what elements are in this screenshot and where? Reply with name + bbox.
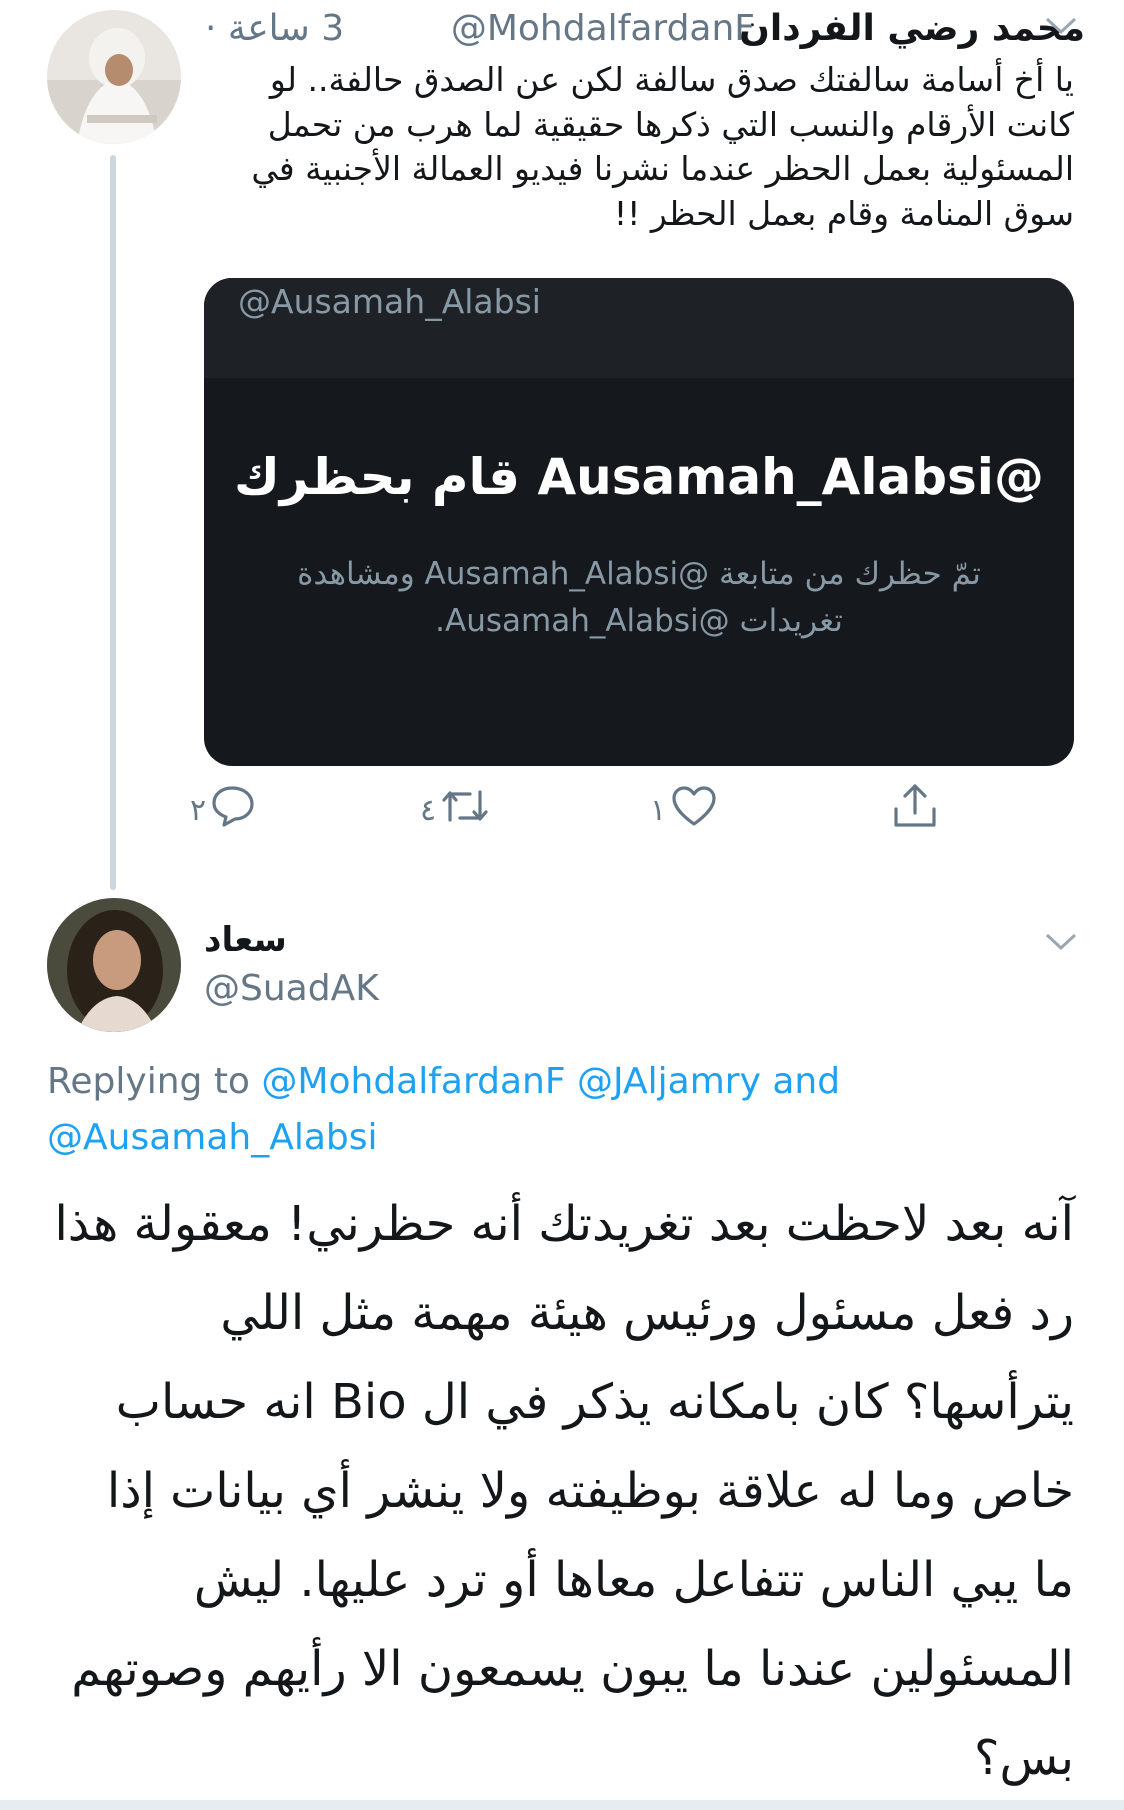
chevron-down-icon[interactable]: [1043, 930, 1079, 954]
blocked-card-header: @Ausamah_Alabsi: [204, 278, 1074, 378]
mention-link[interactable]: @Ausamah_Alabsi: [47, 1117, 378, 1158]
blocked-card[interactable]: @Ausamah_Alabsi @Ausamah_Alabsi قام بحظر…: [204, 278, 1074, 766]
mention-link[interactable]: @JAljamry: [577, 1061, 761, 1102]
blocked-card-subtitle: تمّ حظرك من متابعة @Ausamah_Alabsi ومشاه…: [297, 556, 981, 639]
tweet1-actions: ٢ ٤ ١: [190, 783, 970, 837]
reply-icon: [210, 784, 256, 836]
avatar-suadak[interactable]: [47, 898, 181, 1032]
thread-line: [110, 155, 116, 890]
chevron-down-icon[interactable]: [1043, 14, 1079, 38]
tweet1-timestamp[interactable]: 3 ساعة ·: [205, 8, 344, 49]
like-button[interactable]: ١: [650, 785, 718, 835]
retweet-count: ٤: [420, 792, 437, 828]
tweet2-author-handle[interactable]: @SuadAK: [204, 968, 379, 1009]
tweet2-author-name[interactable]: سعاد: [204, 920, 287, 960]
blocked-card-title: @Ausamah_Alabsi قام بحظرك: [234, 448, 1044, 506]
tweet1-text: يا أخ أسامة سالفتك صدق سالفة لكن عن الصد…: [251, 60, 1074, 233]
replying-to-label: Replying to: [47, 1061, 250, 1102]
reply-count: ٢: [190, 792, 207, 828]
divider: [0, 1800, 1124, 1810]
tweet1-author-name[interactable]: محمد رضي الفردان: [739, 8, 1085, 49]
reply-button[interactable]: ٢: [190, 785, 256, 835]
like-count: ١: [650, 792, 667, 828]
tweet2-text: آنه بعد لاحظت بعد تغريدتك أنه حظرني! معق…: [54, 1196, 1074, 1786]
blocked-card-handle: @Ausamah_Alabsi: [238, 282, 541, 321]
replying-and[interactable]: and: [772, 1061, 840, 1102]
mention-link[interactable]: @MohdalfardanF: [261, 1061, 565, 1102]
avatar-mohdalfardan[interactable]: [47, 10, 181, 144]
share-button[interactable]: [890, 783, 940, 837]
retweet-button[interactable]: ٤: [420, 785, 490, 835]
replying-to: Replying to @MohdalfardanF @JAljamry and…: [47, 1054, 1047, 1166]
retweet-icon: [440, 784, 490, 836]
share-icon: [890, 783, 940, 837]
heart-icon: [670, 784, 718, 836]
tweet1-header: محمد رضي الفردان @MohdalfardanF 3 ساعة ·: [205, 8, 1085, 56]
tweet1-author-handle[interactable]: @MohdalfardanF: [451, 8, 755, 49]
